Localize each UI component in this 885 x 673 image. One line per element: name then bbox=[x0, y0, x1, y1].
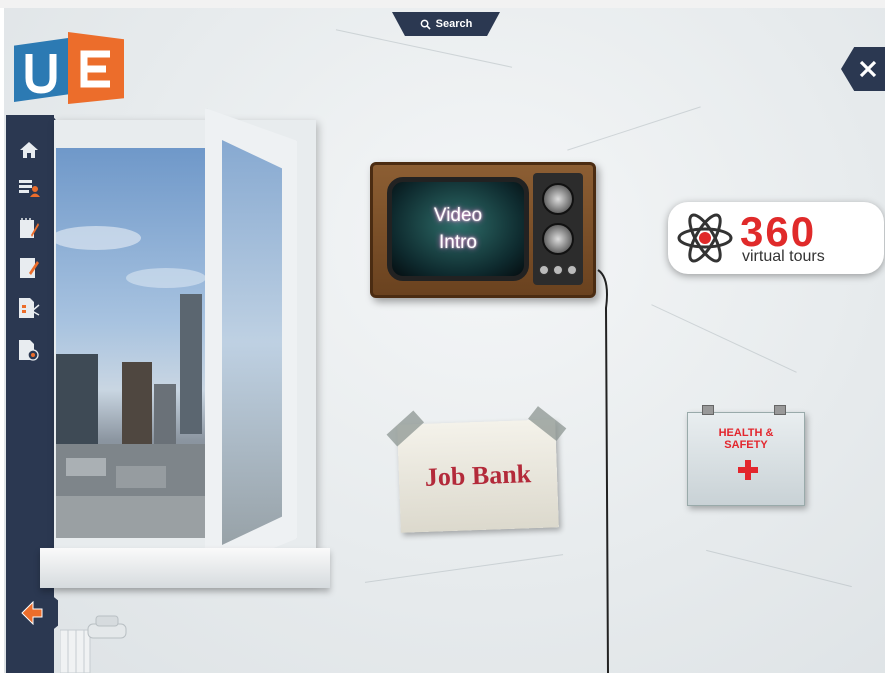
sidebar-item-profile-list[interactable] bbox=[16, 175, 42, 201]
search-label: Search bbox=[435, 18, 473, 30]
ue-logo bbox=[14, 32, 124, 104]
video-intro-tv[interactable]: Video Intro bbox=[370, 162, 596, 298]
user-list-icon bbox=[19, 180, 40, 197]
document-edit-icon bbox=[20, 258, 39, 278]
top-strip bbox=[0, 0, 885, 8]
health-line1: HEALTH & bbox=[718, 427, 774, 439]
back-button[interactable] bbox=[6, 592, 58, 634]
tv-title-line1: Video bbox=[433, 205, 483, 226]
tours-subtitle: virtual tours bbox=[742, 248, 825, 265]
radiator bbox=[60, 615, 127, 673]
job-bank-note[interactable]: Job Bank bbox=[386, 406, 567, 533]
document-tools-icon bbox=[19, 298, 40, 318]
sidebar-item-document-tools[interactable] bbox=[16, 295, 42, 321]
atom-icon bbox=[677, 213, 733, 263]
window-sill bbox=[40, 548, 330, 588]
logo-e-block bbox=[68, 32, 124, 104]
search-icon bbox=[420, 19, 431, 30]
tv-control-panel bbox=[533, 173, 583, 285]
sidebar-item-notes[interactable] bbox=[16, 215, 42, 241]
document-target-icon bbox=[19, 340, 39, 361]
red-cross-icon bbox=[738, 460, 758, 480]
city-view bbox=[56, 148, 212, 538]
tv-knob-top bbox=[542, 183, 574, 215]
tv-screen: Video Intro bbox=[387, 177, 529, 281]
tv-knob-bottom bbox=[542, 223, 574, 255]
sidebar-item-document-target[interactable] bbox=[16, 337, 42, 363]
logo-u-block bbox=[14, 38, 68, 102]
health-safety-title: HEALTH & SAFETY bbox=[688, 427, 804, 451]
home-icon bbox=[20, 142, 38, 158]
notepad-pencil-icon bbox=[20, 218, 39, 238]
close-icon bbox=[859, 60, 877, 78]
tv-title-line2: Intro bbox=[438, 232, 478, 253]
virtual-tours-button[interactable]: 360 virtual tours bbox=[668, 202, 884, 274]
sidebar-item-home[interactable] bbox=[16, 137, 42, 163]
health-safety-box[interactable]: HEALTH & SAFETY bbox=[687, 405, 805, 506]
sidebar bbox=[6, 115, 54, 673]
search-button[interactable]: Search bbox=[392, 12, 500, 36]
sidebar-item-edit[interactable] bbox=[16, 255, 42, 281]
box-clip-left bbox=[702, 405, 714, 415]
job-bank-label: Job Bank bbox=[424, 459, 532, 492]
tv-cable bbox=[597, 269, 609, 673]
window-glass bbox=[222, 140, 282, 545]
health-line2: SAFETY bbox=[724, 439, 768, 451]
back-arrow-icon bbox=[21, 601, 43, 625]
box-clip-right bbox=[774, 405, 786, 415]
